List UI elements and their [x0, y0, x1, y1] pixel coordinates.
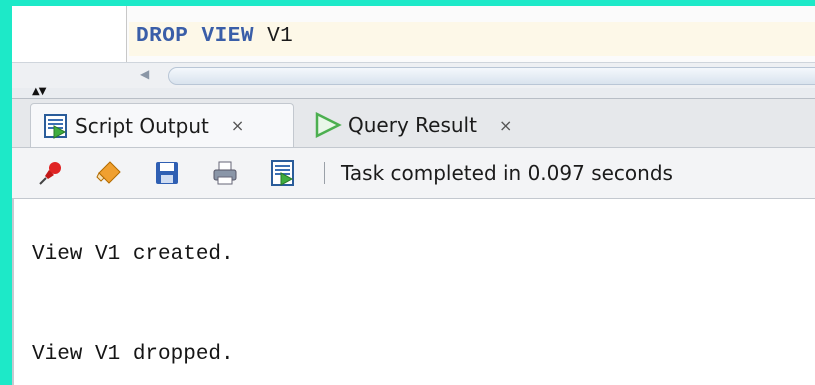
editor-horizontal-scrollbar[interactable]: ◀ [12, 62, 815, 89]
splitter-arrows-icon[interactable]: ▲▼ [32, 87, 46, 97]
tab-script-output[interactable]: Script Output × [30, 103, 294, 147]
scrollbar-thumb[interactable] [168, 67, 815, 85]
tab-query-result[interactable]: Query Result × [302, 103, 562, 147]
close-icon[interactable]: × [499, 116, 512, 135]
keyword-drop: DROP [136, 25, 189, 48]
code-line[interactable]: DROP VIEW V1 [136, 25, 293, 48]
output-toolbar: Task completed in 0.097 seconds [12, 147, 815, 199]
keyword-view: VIEW [201, 25, 254, 48]
tab-script-output-label: Script Output [75, 113, 209, 138]
print-icon[interactable] [210, 158, 240, 188]
script-output-icon [43, 113, 69, 139]
line-number-gutter [12, 6, 102, 62]
save-icon[interactable] [152, 158, 182, 188]
panel-splitter[interactable]: ▲▼ [12, 87, 815, 99]
script-output-panel[interactable]: View V1 created. View V1 dropped. [12, 199, 815, 385]
output-tab-bar: Script Output × Query Result × [12, 99, 815, 147]
script-icon[interactable] [268, 158, 298, 188]
toolbar-separator [324, 162, 325, 184]
tab-query-result-label: Query Result [348, 113, 477, 137]
close-icon[interactable]: × [231, 116, 244, 135]
output-line: View V1 dropped. [32, 343, 234, 366]
play-triangle-icon [314, 112, 342, 138]
pin-icon[interactable] [36, 158, 66, 188]
output-line: View V1 created. [32, 243, 234, 266]
code-fold-gutter [100, 6, 127, 62]
sql-developer-window: DROP VIEW V1 ◀ ▲▼ Script Output × Query … [12, 6, 815, 385]
eraser-icon[interactable] [94, 158, 124, 188]
scroll-left-arrow-icon[interactable]: ◀ [140, 67, 149, 81]
sql-editor[interactable]: DROP VIEW V1 ◀ [12, 6, 815, 90]
view-identifier: V1 [267, 25, 294, 48]
task-status-text: Task completed in 0.097 seconds [341, 161, 673, 185]
